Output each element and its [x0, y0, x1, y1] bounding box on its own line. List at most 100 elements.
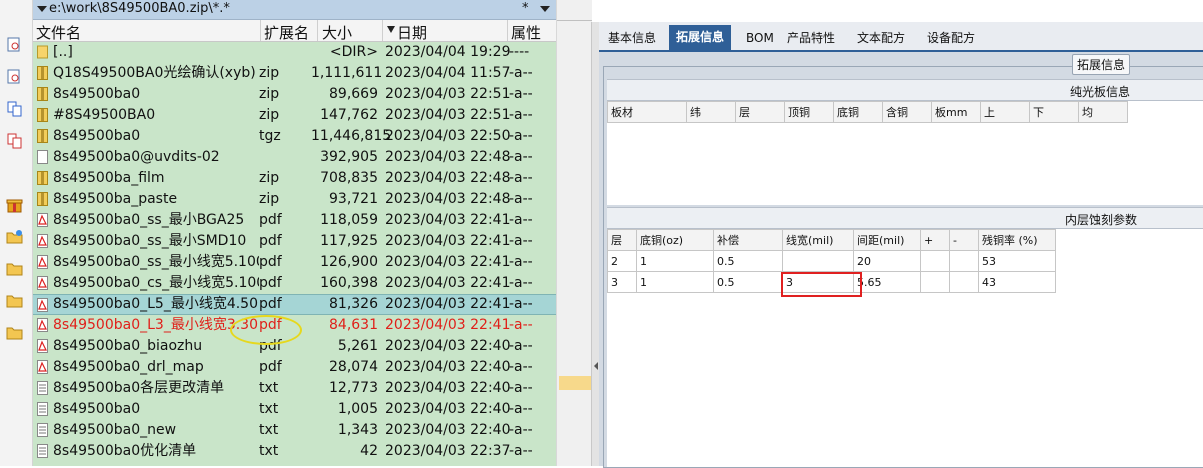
header-cell[interactable]: 层	[735, 101, 785, 123]
paste-icon[interactable]	[6, 132, 23, 149]
file-ext: pdf	[259, 212, 282, 228]
file-name: 8s49500ba0_ss_最小线宽5.100	[53, 254, 259, 270]
header-cell[interactable]: 纬	[686, 101, 736, 123]
extended-info-group: 拓展信息 纯光板信息 板材 纬 层 顶铜 底铜 含铜 板mm 上 下 均 内层蚀…	[603, 54, 1203, 468]
cell[interactable]	[949, 250, 979, 272]
path-bar[interactable]: e:\work\8S49500BA0.zip\*.* *	[33, 0, 556, 20]
cell[interactable]	[782, 250, 854, 272]
file-row[interactable]: 8s49500ba0各层更改清单 txt 12,773 2023/04/03 22:4…	[33, 378, 556, 399]
file-ext: pdf	[259, 359, 282, 375]
file-size: 28,074	[329, 359, 378, 375]
col-attr-header[interactable]: 属性	[511, 22, 541, 42]
pdf-icon	[37, 360, 48, 374]
find-icon[interactable]	[6, 68, 23, 85]
cell[interactable]: 5.65	[853, 271, 921, 293]
header-cell[interactable]: 下	[1029, 101, 1079, 123]
col-ext-header[interactable]: 扩展名	[264, 22, 309, 42]
file-row[interactable]: 8s49500ba0@uvdits-02 392,905 2023/04/03 22…	[33, 147, 556, 168]
file-attr: -a--	[509, 296, 533, 312]
file-date: 2023/04/03 22:41	[385, 296, 511, 312]
bare-board-section-bar: 纯光板信息	[607, 79, 1203, 101]
tab-basic-info[interactable]: 基本信息	[601, 27, 663, 49]
cell[interactable]: 1	[636, 250, 714, 272]
tab-bom[interactable]: BOM	[739, 27, 781, 49]
tab-bar: 基本信息 拓展信息 BOM 产品特性 文本配方 设备配方	[599, 22, 1203, 52]
file-ext: pdf	[259, 233, 282, 249]
header-cell[interactable]: 板mm	[931, 101, 981, 123]
file-name: 8s49500ba0@uvdits-02	[53, 149, 220, 165]
tab-equipment-recipe[interactable]: 设备配方	[920, 27, 982, 49]
file-row[interactable]: #8S49500BA0 zip 147,762 2023/04/03 22:51 -a-…	[33, 105, 556, 126]
cell[interactable]: 3	[607, 271, 637, 293]
file-row[interactable]: 8s49500ba0_L5_最小线宽4.50 pdf 81,326 2023/04/0…	[33, 294, 556, 315]
middle-strip	[556, 0, 592, 466]
file-name: 8s49500ba0_L3_最小线宽3.30..	[53, 317, 259, 333]
header-cell[interactable]: 含铜	[882, 101, 932, 123]
file-date: 2023/04/03 22:41	[385, 233, 511, 249]
file-row[interactable]: 8s49500ba_paste zip 93,721 2023/04/03 22:48…	[33, 189, 556, 210]
txt-icon	[37, 381, 48, 395]
folder-icon[interactable]	[6, 292, 23, 309]
cell[interactable]: 0.5	[713, 250, 783, 272]
header-cell[interactable]: 补偿	[713, 229, 783, 251]
file-date: 2023/04/03 22:48	[385, 149, 511, 165]
header-cell[interactable]: 线宽(mil)	[782, 229, 854, 251]
cell[interactable]	[920, 271, 950, 293]
header-cell[interactable]: 间距(mil)	[853, 229, 921, 251]
header-cell[interactable]: 上	[980, 101, 1030, 123]
tab-extended-info[interactable]: 拓展信息	[669, 25, 732, 50]
cell[interactable]: 1	[636, 271, 714, 293]
header-cell[interactable]: 层	[607, 229, 637, 251]
header-cell[interactable]: 残铜率 (%)	[978, 229, 1056, 251]
file-attr: -a--	[509, 170, 533, 186]
file-attr: -a--	[509, 128, 533, 144]
chevron-down-icon[interactable]	[37, 6, 47, 12]
header-cell[interactable]: 均	[1078, 101, 1128, 123]
file-attr: -a--	[509, 275, 533, 291]
cell[interactable]: 2	[607, 250, 637, 272]
file-row[interactable]: 8s49500ba0_ss_最小线宽5.100 pdf 126,900 2023/04…	[33, 252, 556, 273]
file-row[interactable]: 8s49500ba0_cs_最小线宽5.100 pdf 160,398 2023/04…	[33, 273, 556, 294]
new-folder-icon[interactable]	[6, 228, 23, 245]
file-row[interactable]: [..] <DIR> 2023/04/04 19:29 ----	[33, 42, 556, 63]
gift-icon[interactable]	[6, 196, 23, 213]
file-name: 8s49500ba0	[53, 401, 141, 417]
cell[interactable]: 20	[853, 250, 921, 272]
folder-icon[interactable]	[6, 260, 23, 277]
cell[interactable]	[920, 250, 950, 272]
parent-folder-icon	[37, 45, 48, 59]
file-row[interactable]: 8s49500ba0_ss_最小BGA25 pdf 118,059 2023/04/0…	[33, 210, 556, 231]
col-name-header[interactable]: 文件名	[36, 22, 81, 42]
file-row[interactable]: 8s49500ba0_drl_map pdf 28,074 2023/04/03 22…	[33, 357, 556, 378]
filter-text[interactable]: *	[522, 1, 529, 16]
file-row[interactable]: Q18S49500BA0光绘确认(xyb) zip 1,111,611 2023/04…	[33, 63, 556, 84]
copy-icon[interactable]	[6, 100, 23, 117]
file-row[interactable]: 8s49500ba_film zip 708,835 2023/04/03 22:48…	[33, 168, 556, 189]
cell[interactable]: 53	[978, 250, 1056, 272]
search-icon[interactable]	[6, 36, 23, 53]
header-cell[interactable]: 板材	[607, 101, 687, 123]
file-row[interactable]: 8s49500ba0 tgz 11,446,815 2023/04/03 22:50-…	[33, 126, 556, 147]
file-row[interactable]: 8s49500ba0 zip 89,669 2023/04/03 22:51 -a--	[33, 84, 556, 105]
file-attr: -a--	[509, 359, 533, 375]
header-cell[interactable]: +	[920, 229, 950, 251]
header-cell[interactable]: 底铜	[833, 101, 883, 123]
header-cell[interactable]: -	[949, 229, 979, 251]
collapse-arrow-icon[interactable]	[594, 362, 598, 370]
header-cell[interactable]: 底铜(oz)	[636, 229, 714, 251]
folder-icon[interactable]	[6, 324, 23, 341]
header-cell[interactable]: 顶铜	[784, 101, 834, 123]
cell[interactable]: 43	[978, 271, 1056, 293]
file-row[interactable]: 8s49500ba0_new txt 1,343 2023/04/03 22:40 -a…	[33, 420, 556, 441]
tab-product-features[interactable]: 产品特性	[780, 27, 842, 49]
file-row[interactable]: 8s49500ba0优化清单 txt 42 2023/04/03 22:37 -a--	[33, 441, 556, 462]
col-date-header[interactable]: 日期	[397, 22, 427, 42]
tab-text-recipe[interactable]: 文本配方	[850, 27, 912, 49]
file-row[interactable]: 8s49500ba0_ss_最小SMD10 pdf 117,925 2023/04/0…	[33, 231, 556, 252]
filter-dropdown-icon[interactable]	[540, 6, 550, 12]
cell[interactable]: 0.5	[713, 271, 783, 293]
cell[interactable]	[949, 271, 979, 293]
table-row: 2 1 0.5 20 53	[607, 250, 1056, 272]
file-row[interactable]: 8s49500ba0 txt 1,005 2023/04/03 22:40 -a--	[33, 399, 556, 420]
col-size-header[interactable]: 大小	[322, 22, 352, 42]
